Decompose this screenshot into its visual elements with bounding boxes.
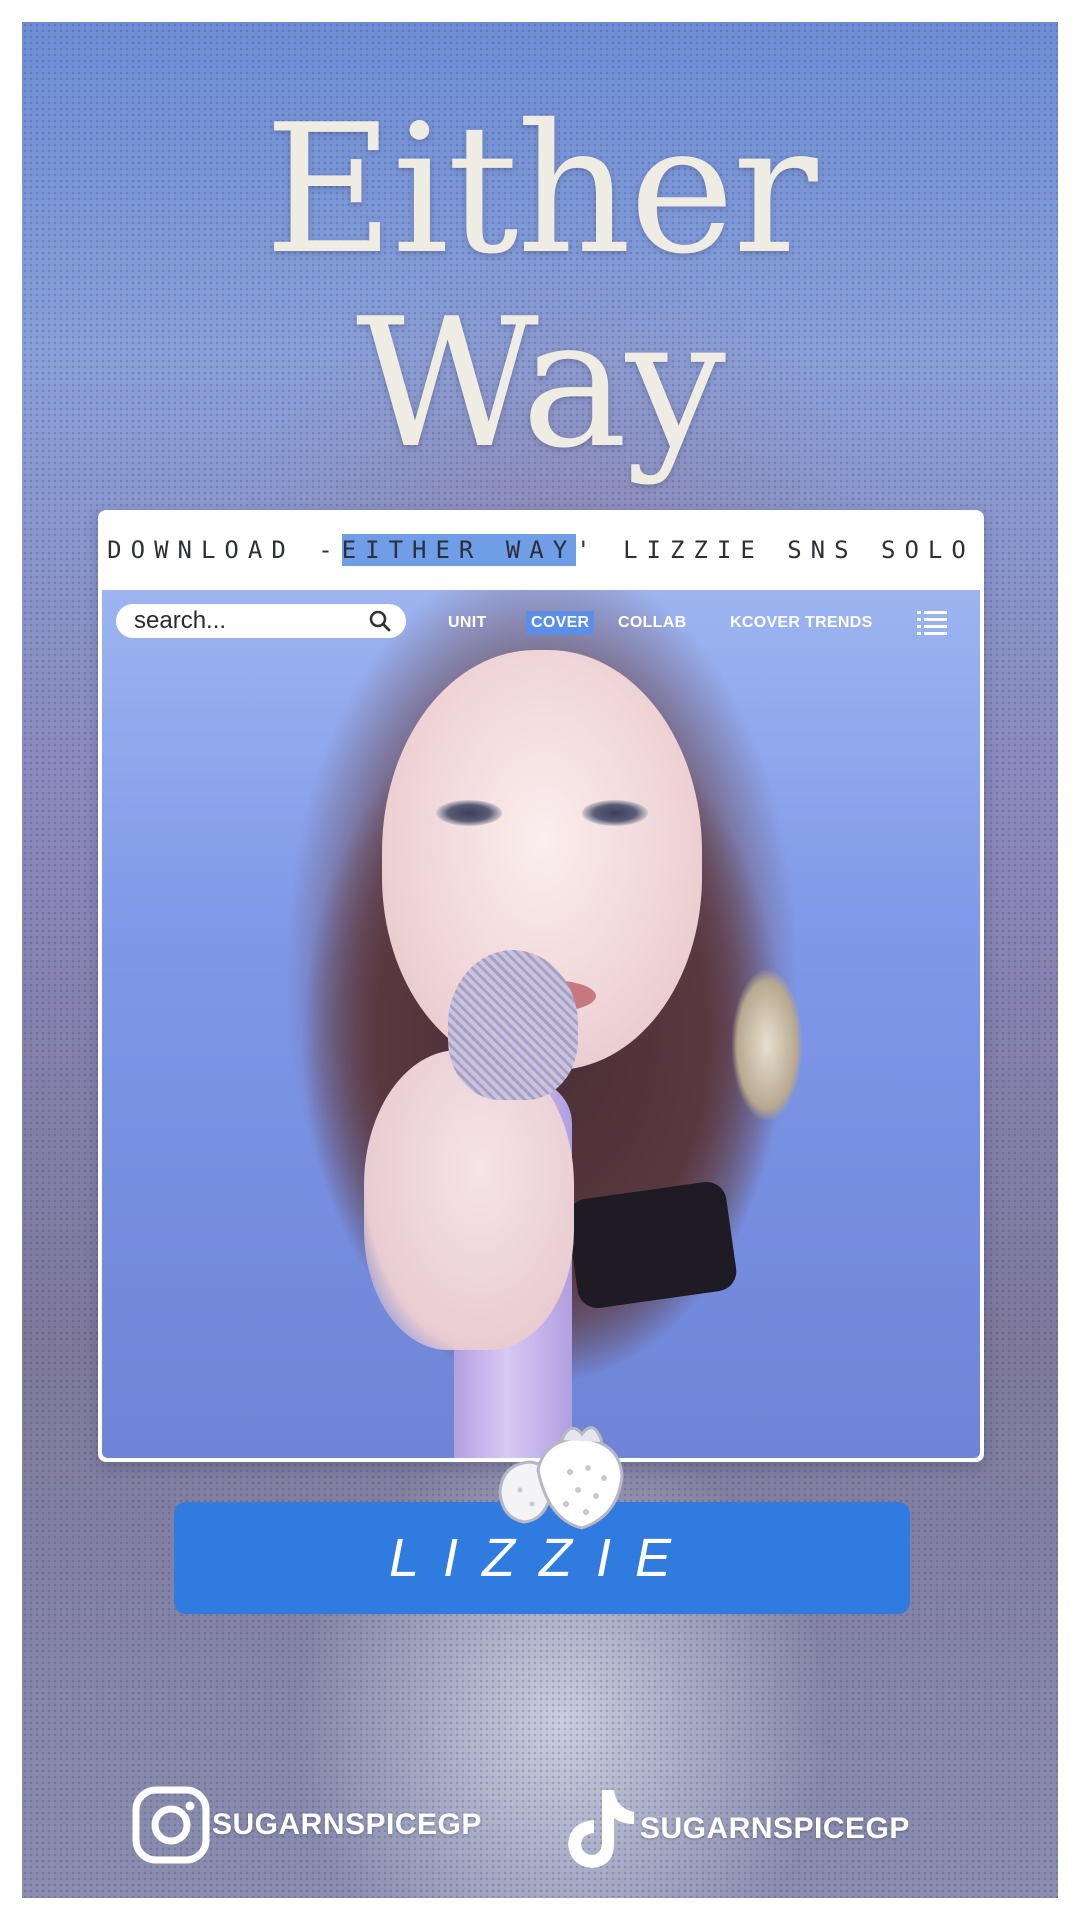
instagram-link[interactable]: SUGARNSPICEGP	[132, 1786, 482, 1864]
site-navbar: search... UNIT COVER COLLAB KCOVER TREND…	[102, 590, 980, 660]
poster-background: Either Way DOWNLOAD - EITHER WAY ' LIZZI…	[22, 22, 1058, 1898]
photo-earring	[732, 970, 802, 1120]
instagram-icon	[132, 1786, 210, 1864]
photo-collar	[565, 1179, 739, 1311]
nav-collab[interactable]: COLLAB	[618, 614, 686, 632]
nav-kcover-trends[interactable]: KCOVER TRENDS	[730, 614, 873, 632]
ticker-prefix: DOWNLOAD -	[107, 536, 342, 564]
tiktok-handle: SUGARNSPICEGP	[640, 1812, 910, 1845]
search-input[interactable]: search...	[116, 604, 406, 638]
photo-eye-right	[582, 800, 648, 826]
title-line-1: Either	[264, 86, 817, 293]
nav-cover[interactable]: COVER	[526, 611, 595, 635]
search-icon[interactable]	[368, 609, 392, 633]
search-placeholder: search...	[134, 607, 227, 634]
member-name: LIZZIE	[388, 1528, 696, 1588]
strawberry-icon	[498, 1426, 624, 1530]
nav-unit[interactable]: UNIT	[448, 614, 487, 632]
download-ticker: DOWNLOAD - EITHER WAY ' LIZZIE SNS SOLO	[98, 510, 984, 590]
tiktok-icon	[568, 1790, 634, 1868]
browser-card: DOWNLOAD - EITHER WAY ' LIZZIE SNS SOLO …	[98, 510, 984, 1462]
instagram-handle: SUGARNSPICEGP	[212, 1808, 482, 1841]
menu-list-icon[interactable]	[917, 610, 947, 636]
ticker-highlight: EITHER WAY	[341, 534, 577, 566]
tiktok-link[interactable]: SUGARNSPICEGP	[562, 1786, 910, 1872]
performance-photo: search... UNIT COVER COLLAB KCOVER TREND…	[102, 590, 980, 1458]
ticker-suffix: ' LIZZIE SNS SOLO	[576, 536, 975, 564]
photo-eye-left	[436, 800, 502, 826]
microphone-head	[448, 950, 578, 1100]
title-line-2: Way	[355, 280, 726, 487]
